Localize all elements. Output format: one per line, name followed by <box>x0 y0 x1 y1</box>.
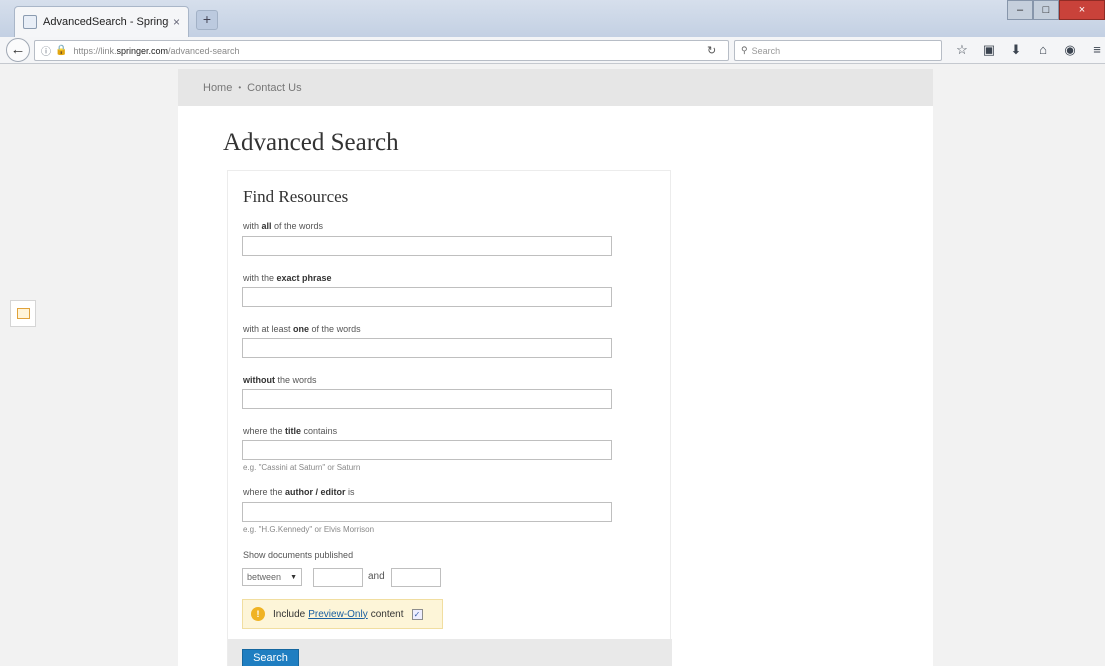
search-button[interactable]: Search <box>242 649 299 666</box>
window-controls: – □ × <box>1007 0 1105 20</box>
preview-prefix: Include <box>273 608 306 620</box>
breadcrumb-contact-link[interactable]: Contact Us <box>247 82 301 94</box>
lock-icon: 🔒 <box>55 45 68 56</box>
without-words-label: without the words <box>243 375 317 385</box>
browser-title-bar: AdvancedSearch - Springer × + – □ × <box>0 0 1105 37</box>
date-facet-select[interactable]: between ▼ <box>242 568 302 586</box>
url-path: /advanced-search <box>168 45 240 56</box>
all-words-label: with all of the words <box>243 221 324 231</box>
minimize-button[interactable]: – <box>1007 0 1033 20</box>
menu-icon[interactable]: ≡ <box>1090 42 1104 58</box>
title-label: where the title contains <box>243 426 338 436</box>
date-label: Show documents published <box>243 550 354 560</box>
address-bar[interactable]: ⓘ 🔒 https://link. springer.com/advanced-s… <box>34 40 729 61</box>
feedback-widget[interactable] <box>10 300 36 327</box>
author-label: where the author / editor is <box>243 487 355 497</box>
search-icon: ⚲ <box>741 45 748 55</box>
search-placeholder: Search <box>751 45 781 56</box>
least-words-label: with at least one of the words <box>243 324 361 334</box>
new-tab-button[interactable]: + <box>196 10 218 30</box>
all-words-input[interactable] <box>242 236 612 256</box>
preview-only-checkbox[interactable]: ✓ <box>411 608 423 620</box>
web-page: Home • Contact Us Advanced Search Find R… <box>0 65 1105 666</box>
maximize-button[interactable]: □ <box>1033 0 1059 20</box>
preview-only-option: ! Include Preview-Only content ✓ <box>242 599 443 629</box>
least-words-input[interactable] <box>242 338 612 358</box>
title-input[interactable] <box>242 440 612 460</box>
main-content: Advanced Search Find Resources with all … <box>178 106 933 666</box>
exact-phrase-label: with the exact phrase <box>243 273 332 283</box>
breadcrumb-home-link[interactable]: Home <box>203 82 232 94</box>
exact-phrase-input[interactable] <box>242 287 612 307</box>
author-input[interactable] <box>242 502 612 522</box>
preview-suffix: content <box>370 608 404 620</box>
breadcrumb-separator: • <box>238 83 242 92</box>
page-favicon-icon <box>23 15 37 29</box>
tab-title: AdvancedSearch - Springer <box>43 16 169 28</box>
pocket-icon[interactable]: ◉ <box>1063 42 1077 58</box>
close-window-button[interactable]: × <box>1059 0 1105 20</box>
browser-navigation-bar: ← ⓘ 🔒 https://link. springer.com/advanced… <box>0 37 1105 64</box>
url-protocol: https://link. <box>73 45 117 56</box>
date-select-value: between <box>247 572 282 582</box>
home-icon[interactable]: ⌂ <box>1036 42 1050 58</box>
form-title: Find Resources <box>243 187 349 206</box>
advanced-search-form: Find Resources with all of the words wit… <box>227 170 672 666</box>
start-year-input[interactable] <box>313 568 363 587</box>
preview-only-link[interactable]: Preview-Only <box>308 609 367 620</box>
download-icon[interactable]: ⬇ <box>1009 42 1023 58</box>
bookmark-star-icon[interactable]: ☆ <box>955 42 969 58</box>
chevron-down-icon: ▼ <box>290 573 297 581</box>
end-year-input[interactable] <box>391 568 441 587</box>
title-hint: e.g. "Cassini at Saturn" or Saturn <box>243 463 361 472</box>
page-title: Advanced Search <box>223 129 399 156</box>
reload-icon[interactable]: ↻ <box>707 44 716 57</box>
bookmarks-library-icon[interactable]: ▣ <box>982 42 996 58</box>
warning-icon: ! <box>251 607 265 621</box>
browser-toolbar: ☆ ▣ ⬇ ⌂ ◉ ≡ <box>955 42 1104 58</box>
breadcrumb: Home • Contact Us <box>178 69 933 106</box>
author-hint: e.g. "H.G.Kennedy" or Elvis Morrison <box>243 525 375 534</box>
info-icon[interactable]: ⓘ <box>41 43 51 58</box>
date-and-label: and <box>368 571 385 582</box>
browser-tab[interactable]: AdvancedSearch - Springer × <box>14 6 189 37</box>
browser-search-input[interactable]: ⚲ Search <box>734 40 942 61</box>
tab-close-icon[interactable]: × <box>173 15 180 29</box>
without-words-input[interactable] <box>242 389 612 409</box>
feedback-icon <box>16 308 30 319</box>
url-domain: springer.com <box>116 45 169 56</box>
back-arrow-icon[interactable]: ← <box>6 38 30 62</box>
